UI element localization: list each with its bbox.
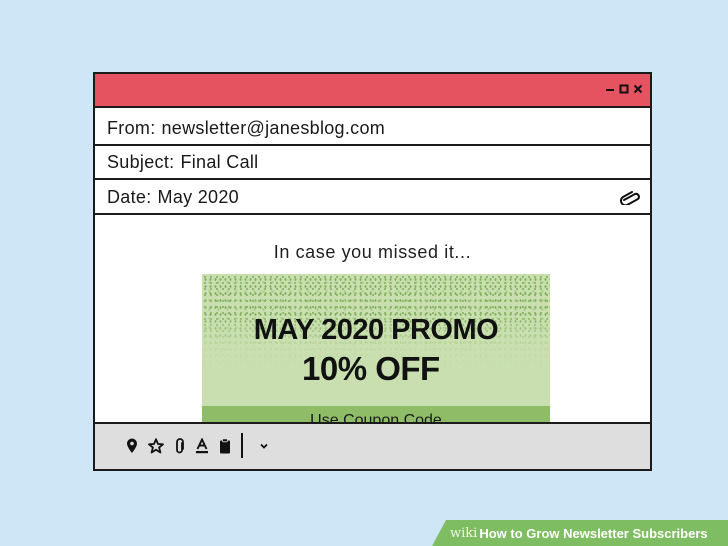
promo-title: MAY 2020 PROMO [253,314,499,346]
star-icon[interactable] [148,438,164,454]
from-label: From: [107,117,156,138]
intro-text: In case you missed it... [273,242,472,262]
paperclip-icon[interactable] [172,438,188,454]
from-field: From: newsletter@janesblog.com [95,112,650,146]
chevron-down-icon[interactable] [256,438,272,454]
date-label: Date: [107,186,152,207]
from-value: newsletter@janesblog.com [161,117,386,138]
close-icon[interactable] [631,82,645,96]
caption-banner: wiki How to Grow Newsletter Subscribers [432,520,728,546]
email-window: From: newsletter@janesblog.com Subject: … [93,72,652,471]
clipboard-icon[interactable] [217,438,233,454]
compose-toolbar [95,422,650,469]
date-field: Date: May 2020 [95,181,650,215]
promo-banner[interactable]: MAY 2020 PROMO 10% OFF Use Coupon Code [202,274,550,422]
toolbar-divider [241,433,243,458]
caption-title: to Grow Newsletter Subscribers [506,525,708,541]
subject-value: Final Call [180,151,259,172]
coupon-code-bar[interactable]: Use Coupon Code [202,406,550,422]
subject-field: Subject: Final Call [95,146,650,180]
subject-label: Subject: [107,151,175,172]
caption-how: How [479,525,507,541]
promo-discount: 10% OFF [302,350,440,387]
minimize-icon[interactable] [603,82,617,96]
paperclip-icon[interactable] [620,189,642,210]
map-pin-icon[interactable] [124,438,140,454]
font-color-icon[interactable] [194,438,210,454]
title-bar [95,74,650,108]
maximize-icon[interactable] [617,82,631,96]
date-value: May 2020 [157,186,239,207]
wikihow-logo: wiki [450,525,478,541]
